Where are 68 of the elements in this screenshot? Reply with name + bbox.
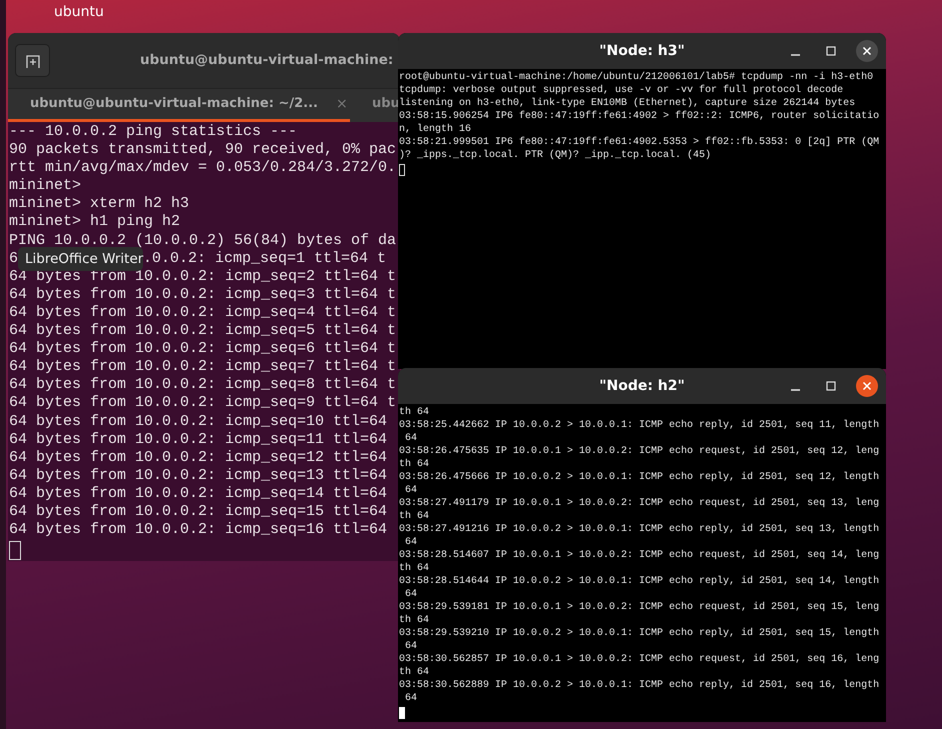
terminal-line: 64 bytes from 10.0.0.2: icmp_seq=12 ttl=64: [9, 448, 388, 467]
new-tab-icon: [24, 52, 40, 68]
terminal-line: 64 bytes from 10.0.0.2: icmp_seq=16 ttl=64: [9, 521, 388, 540]
terminal-line: th 64: [399, 458, 430, 471]
window-title: "Node: h2": [599, 376, 685, 396]
terminal-line: )? _ipps._tcp.local. PTR (QM)? _ipp._tcp.local. (45): [399, 149, 712, 162]
terminal-line: 64 bytes from 10.0.0.2: icmp_seq=9 ttl=64 t: [9, 394, 398, 412]
terminal-line: 64: [404, 692, 418, 705]
terminal-line: 64 bytes from 10.0.0.2: icmp_seq=13 ttl=64: [9, 466, 388, 485]
terminal-line: th 64: [399, 562, 430, 575]
terminal-line: rtt min/avg/max/mdev = 0.053/0.284/3.272/0.: [9, 159, 398, 178]
terminal-line: .0.0.2: icmp_seq=1 ttl=64 t: [143, 250, 386, 268]
terminal-line: 64 bytes from 10.0.0.2: icmp_seq=10 ttl=64: [9, 412, 388, 431]
terminal-line: 64 bytes from 10.0.0.2: icmp_seq=11 ttl=64: [9, 430, 388, 449]
terminal-line: 64 bytes from 10.0.0.2: icmp_seq=4 ttl=64 t: [9, 304, 398, 322]
window-title: "Node: h3": [599, 42, 685, 60]
terminal-line: 64 bytes from 10.0.0.2: icmp_seq=8 ttl=64 t: [9, 376, 398, 394]
terminal-line: listening on h3-eth0, link-type EN10MB (Ethernet), capture size 262144 bytes: [399, 97, 856, 110]
terminal-line: 64 bytes from 10.0.0.2: icmp_seq=14 ttl=64: [9, 484, 388, 503]
terminal-line: mininet> xterm h2 h3: [9, 195, 190, 214]
desktop-label[interactable]: ubuntu: [54, 2, 104, 23]
terminal-line: 64 bytes from 10.0.0.2: icmp_seq=15 ttl=64: [9, 502, 388, 522]
terminal-line: 64: [404, 588, 418, 601]
terminal-line: 64 bytes from 10.0.0.2: icmp_seq=3 ttl=64 t: [9, 286, 398, 304]
terminal-line: 03:58:26.475666 IP 10.0.0.2 > 10.0.0.1: ICMP echo reply, id 2501, seq 12, length: [399, 471, 880, 484]
maximize-icon: [826, 381, 836, 391]
minimize-icon: [790, 54, 800, 56]
terminal-line: n, length 16: [399, 123, 472, 136]
terminal-line: th 64: [399, 666, 430, 679]
terminal-line: tcpdump: verbose output suppressed, use -v or -vv for full protocol decode: [399, 84, 844, 97]
minimize-icon: [790, 388, 800, 390]
new-tab-button[interactable]: [15, 44, 50, 77]
terminal-line: 03:58:28.514644 IP 10.0.0.2 > 10.0.0.1: ICMP echo reply, id 2501, seq 14, length: [399, 575, 880, 588]
terminal-line: th 64: [399, 406, 430, 419]
tooltip: LibreOffice Writer: [18, 246, 144, 271]
terminal-line: mininet> h1 ping h2: [9, 213, 182, 232]
terminal-line: mininet>: [9, 177, 82, 196]
terminal-line: 03:58:25.442662 IP 10.0.0.2 > 10.0.0.1: ICMP echo reply, id 2501, seq 11, length: [399, 419, 880, 432]
terminal-line: 64: [404, 640, 418, 653]
terminal-tab[interactable]: ubuntu@ubuntu-virtual-machine: ~/2... ×: [8, 89, 350, 122]
terminal-line: 03:58:29.539181 IP 10.0.0.1 > 10.0.0.2: ICMP echo request, id 2501, seq 15, leng: [399, 601, 880, 614]
terminal-line: 64 bytes from 10.0.0.2: icmp_seq=5 ttl=64 t: [9, 322, 398, 340]
terminal-line: 03:58:21.999501 IP6 fe80::47:19ff:fe61:4902.5353 > ff02::fb.5353: 0 [2q] PTR (QM: [399, 136, 880, 149]
terminal-line: th 64: [399, 510, 430, 523]
maximize-icon: [826, 46, 836, 56]
close-button[interactable]: [856, 375, 878, 397]
terminal-line: 64 bytes from 10.0.0.2: icmp_seq=6 ttl=64 t: [9, 340, 398, 358]
terminal-line: 64: [404, 484, 418, 497]
window-title: ubuntu@ubuntu-virtual-machine:: [140, 51, 394, 70]
terminal-line: 03:58:29.539210 IP 10.0.0.2 > 10.0.0.1: ICMP echo reply, id 2501, seq 15, length: [399, 627, 880, 640]
terminal-line: 03:58:15.906254 IP6 fe80::47:19ff:fe61:4902 > ff02::2: ICMP6, router solicitatio: [399, 110, 880, 123]
terminal-line: 03:58:28.514607 IP 10.0.0.1 > 10.0.0.2: ICMP echo request, id 2501, seq 14, leng: [399, 549, 880, 562]
terminal-line: 03:58:27.491216 IP 10.0.0.2 > 10.0.0.1: ICMP echo reply, id 2501, seq 13, length: [399, 523, 880, 536]
terminal-line: 6: [9, 250, 18, 268]
terminal-line: 03:58:30.562889 IP 10.0.0.2 > 10.0.0.1: ICMP echo reply, id 2501, seq 16, length: [399, 679, 880, 692]
terminal-line: 03:58:27.491179 IP 10.0.0.1 > 10.0.0.2: ICMP echo request, id 2501, seq 13, leng: [399, 497, 880, 510]
terminal-line: root@ubuntu-virtual-machine:/home/ubuntu/212006101/lab5# tcpdump -nn -i h3-eth0: [399, 71, 874, 84]
terminal-line: 64 bytes from 10.0.0.2: icmp_seq=7 ttl=64 t: [9, 358, 398, 376]
close-icon: [862, 46, 872, 56]
terminal-line: --- 10.0.0.2 ping statistics ---: [9, 123, 298, 142]
terminal-line: th 64: [399, 614, 430, 627]
close-icon: [862, 381, 872, 391]
terminal-line: 64: [404, 536, 418, 549]
terminal-line: 90 packets transmitted, 90 received, 0% pac: [9, 141, 398, 160]
terminal-line: 03:58:30.562857 IP 10.0.0.1 > 10.0.0.2: ICMP echo request, id 2501, seq 16, leng: [399, 653, 880, 666]
close-button[interactable]: [856, 40, 878, 62]
terminal-line: 03:58:26.475635 IP 10.0.0.1 > 10.0.0.2: ICMP echo request, id 2501, seq 12, leng: [399, 445, 880, 458]
terminal-line: 64: [404, 432, 418, 445]
